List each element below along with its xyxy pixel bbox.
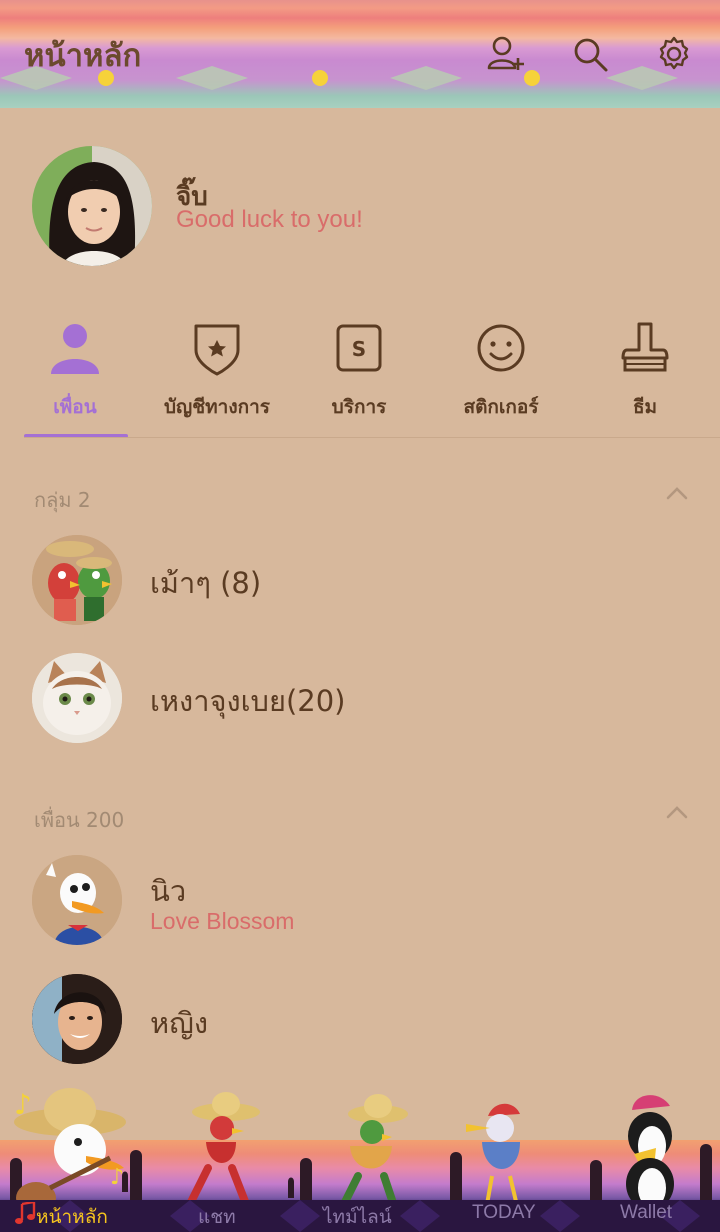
svg-text:S: S xyxy=(352,337,366,361)
friend-avatar[interactable] xyxy=(32,855,122,945)
settings-gear-icon[interactable] xyxy=(654,34,694,74)
cat-avatar xyxy=(32,653,122,743)
chevron-up-icon[interactable] xyxy=(665,805,689,819)
add-friend-icon[interactable] xyxy=(486,34,526,74)
friends-section-title[interactable]: เพื่อน 200 xyxy=(34,804,124,836)
friend-name[interactable]: หญิง xyxy=(150,1000,208,1046)
cartoon-birds-avatar xyxy=(32,535,122,625)
profile-avatar[interactable] xyxy=(32,146,152,266)
divider xyxy=(24,437,720,438)
tab-stickers[interactable]: สติกเกอร์ xyxy=(431,320,571,422)
groups-section-title[interactable]: กลุ่ม 2 xyxy=(34,484,91,516)
banner-diamond-decoration xyxy=(390,66,462,90)
tab-label: สติกเกอร์ xyxy=(463,396,539,418)
tab-label: เพื่อน xyxy=(53,396,97,418)
nav-wallet[interactable]: Wallet xyxy=(620,1202,672,1224)
nav-timeline[interactable]: ไทม์ไลน์ xyxy=(323,1202,392,1232)
nav-today[interactable]: TODAY xyxy=(472,1202,536,1224)
shield-star-icon xyxy=(194,324,240,376)
tab-label: ธีม xyxy=(632,396,658,418)
tab-label: บริการ xyxy=(331,396,387,418)
music-note-icon xyxy=(15,1202,36,1224)
banner-dot-decoration xyxy=(312,70,328,86)
group-avatar[interactable] xyxy=(32,535,122,625)
brush-icon xyxy=(621,322,669,372)
banner-dot-decoration xyxy=(524,70,540,86)
friend-photo xyxy=(32,974,122,1064)
tab-themes[interactable]: ธีม xyxy=(575,320,715,422)
banner-diamond-decoration xyxy=(176,66,248,90)
svg-text:♪: ♪ xyxy=(14,1088,32,1121)
tab-services[interactable]: S บริการ xyxy=(289,320,429,422)
group-name[interactable]: เหงาจุงเบย(20) xyxy=(150,678,345,724)
person-icon xyxy=(51,324,99,374)
svg-text:♪: ♪ xyxy=(110,1165,124,1190)
nav-chats[interactable]: แชท xyxy=(198,1202,236,1232)
profile-photo xyxy=(32,146,152,266)
smiley-icon xyxy=(477,324,525,372)
tab-label: บัญชีทางการ xyxy=(164,396,270,418)
profile-status-message[interactable]: Good luck to you! xyxy=(176,206,363,234)
chevron-up-icon[interactable] xyxy=(665,486,689,500)
search-icon[interactable] xyxy=(570,34,610,74)
group-name[interactable]: เม้าๆ (8) xyxy=(150,560,261,606)
nav-home[interactable]: หน้าหลัก xyxy=(36,1202,108,1232)
group-avatar[interactable] xyxy=(32,653,122,743)
donald-duck-avatar xyxy=(32,855,122,945)
friend-status-message[interactable]: Love Blossom xyxy=(150,908,294,935)
page-title: หน้าหลัก xyxy=(24,38,142,74)
tab-official-accounts[interactable]: บัญชีทางการ xyxy=(147,320,287,422)
s-box-icon: S xyxy=(336,324,382,372)
tab-friends[interactable]: เพื่อน xyxy=(5,320,145,422)
friend-avatar[interactable] xyxy=(32,974,122,1064)
